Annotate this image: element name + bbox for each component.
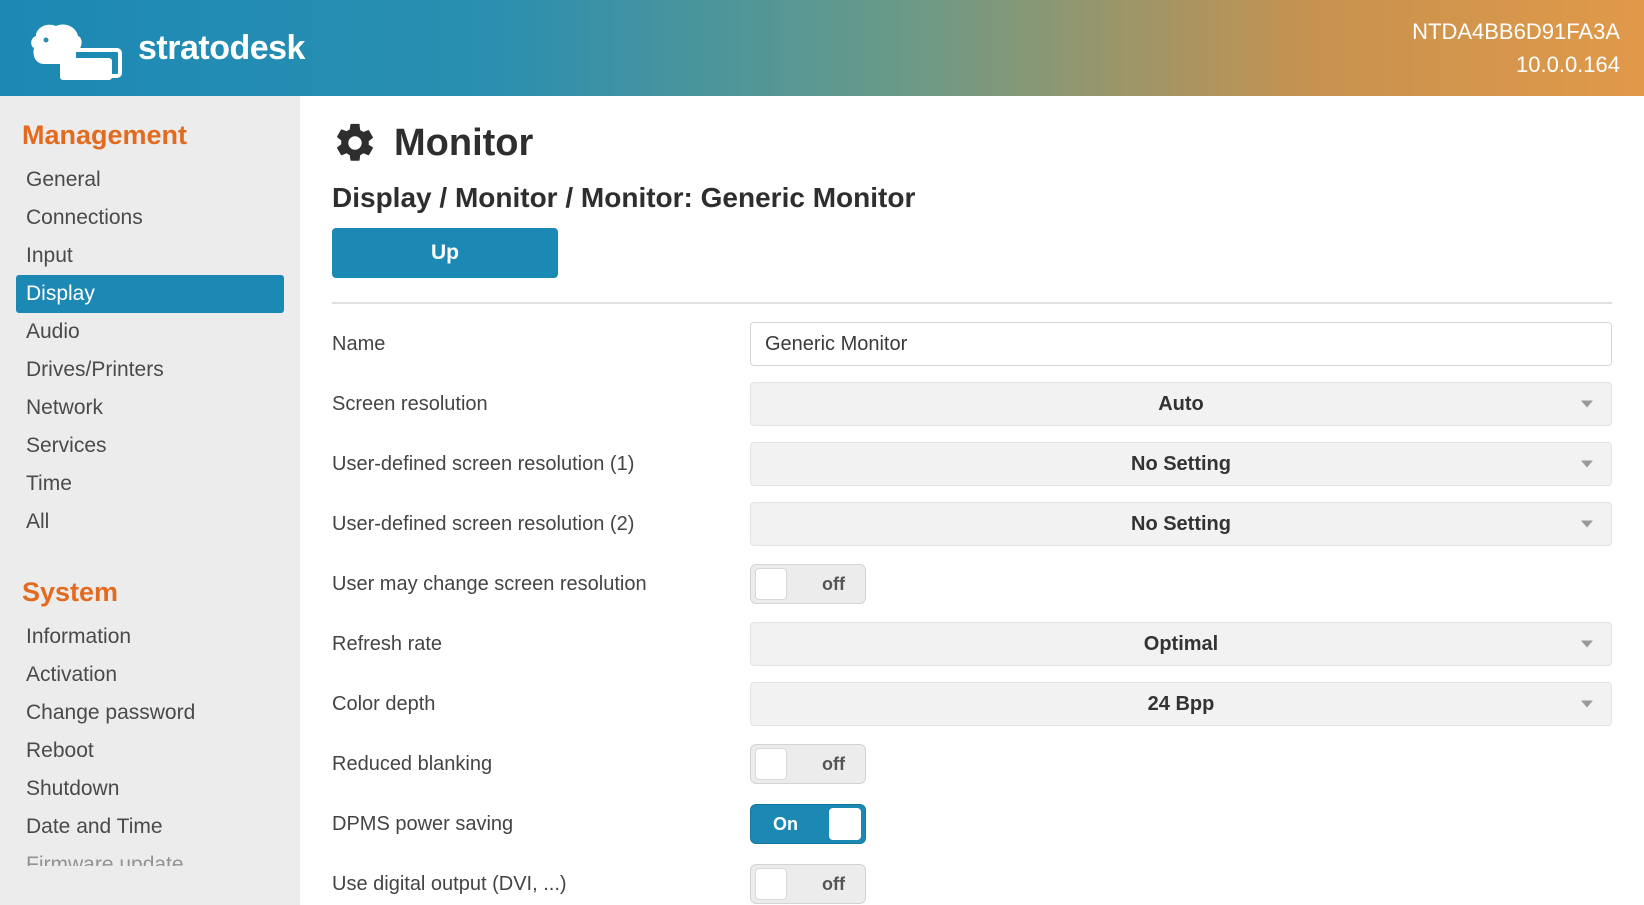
label-udres2: User-defined screen resolution (2) [332, 513, 750, 536]
label-digital-out: Use digital output (DVI, ...) [332, 873, 750, 896]
sidebar-item-audio[interactable]: Audio [16, 313, 284, 351]
header: stratodesk NTDA4BB6D91FA3A 10.0.0.164 [0, 0, 1644, 96]
user-change-toggle[interactable]: off [750, 564, 866, 604]
sidebar-item-firmware-update[interactable]: Firmware update [16, 846, 284, 866]
label-reduced-blanking: Reduced blanking [332, 753, 750, 776]
refresh-select[interactable]: Optimal [750, 622, 1612, 666]
sidebar-item-input[interactable]: Input [16, 237, 284, 275]
sidebar-item-time[interactable]: Time [16, 465, 284, 503]
sidebar-item-display[interactable]: Display [16, 275, 284, 313]
sidebar-item-date-and-time[interactable]: Date and Time [16, 808, 284, 846]
label-user-change: User may change screen resolution [332, 573, 750, 596]
label-resolution: Screen resolution [332, 393, 750, 416]
udres1-select[interactable]: No Setting [750, 442, 1612, 486]
color-depth-select[interactable]: 24 Bpp [750, 682, 1612, 726]
dpms-toggle[interactable]: On [750, 804, 866, 844]
device-id: NTDA4BB6D91FA3A [1412, 15, 1620, 48]
page-title: Monitor [394, 122, 533, 165]
sidebar-item-all[interactable]: All [16, 503, 284, 541]
name-input[interactable] [750, 322, 1612, 366]
section-management-title: Management [22, 120, 278, 151]
chevron-down-icon [1581, 641, 1593, 648]
chevron-down-icon [1581, 401, 1593, 408]
bear-logo-icon [24, 16, 124, 80]
breadcrumb: Display / Monitor / Monitor: Generic Mon… [332, 182, 1612, 214]
label-name: Name [332, 333, 750, 356]
device-ip: 10.0.0.164 [1412, 48, 1620, 81]
gear-icon [332, 120, 378, 166]
reduced-blanking-toggle[interactable]: off [750, 744, 866, 784]
sidebar-item-activation[interactable]: Activation [16, 656, 284, 694]
sidebar-item-change-password[interactable]: Change password [16, 694, 284, 732]
label-color-depth: Color depth [332, 693, 750, 716]
sidebar-item-general[interactable]: General [16, 161, 284, 199]
sidebar-item-reboot[interactable]: Reboot [16, 732, 284, 770]
logo: stratodesk [24, 16, 305, 80]
up-button[interactable]: Up [332, 228, 558, 278]
chevron-down-icon [1581, 521, 1593, 528]
chevron-down-icon [1581, 701, 1593, 708]
sidebar-item-drives-printers[interactable]: Drives/Printers [16, 351, 284, 389]
sidebar-item-shutdown[interactable]: Shutdown [16, 770, 284, 808]
udres2-select[interactable]: No Setting [750, 502, 1612, 546]
digital-out-toggle[interactable]: off [750, 864, 866, 904]
main-content: Monitor Display / Monitor / Monitor: Gen… [300, 96, 1644, 905]
header-info: NTDA4BB6D91FA3A 10.0.0.164 [1412, 15, 1620, 81]
sidebar-item-connections[interactable]: Connections [16, 199, 284, 237]
label-refresh: Refresh rate [332, 633, 750, 656]
sidebar-item-network[interactable]: Network [16, 389, 284, 427]
label-udres1: User-defined screen resolution (1) [332, 453, 750, 476]
resolution-select[interactable]: Auto [750, 382, 1612, 426]
sidebar-item-services[interactable]: Services [16, 427, 284, 465]
brand-text: stratodesk [138, 29, 305, 68]
section-system-title: System [22, 577, 278, 608]
label-dpms: DPMS power saving [332, 813, 750, 836]
sidebar: Management GeneralConnectionsInputDispla… [0, 96, 300, 905]
sidebar-item-information[interactable]: Information [16, 618, 284, 656]
chevron-down-icon [1581, 461, 1593, 468]
